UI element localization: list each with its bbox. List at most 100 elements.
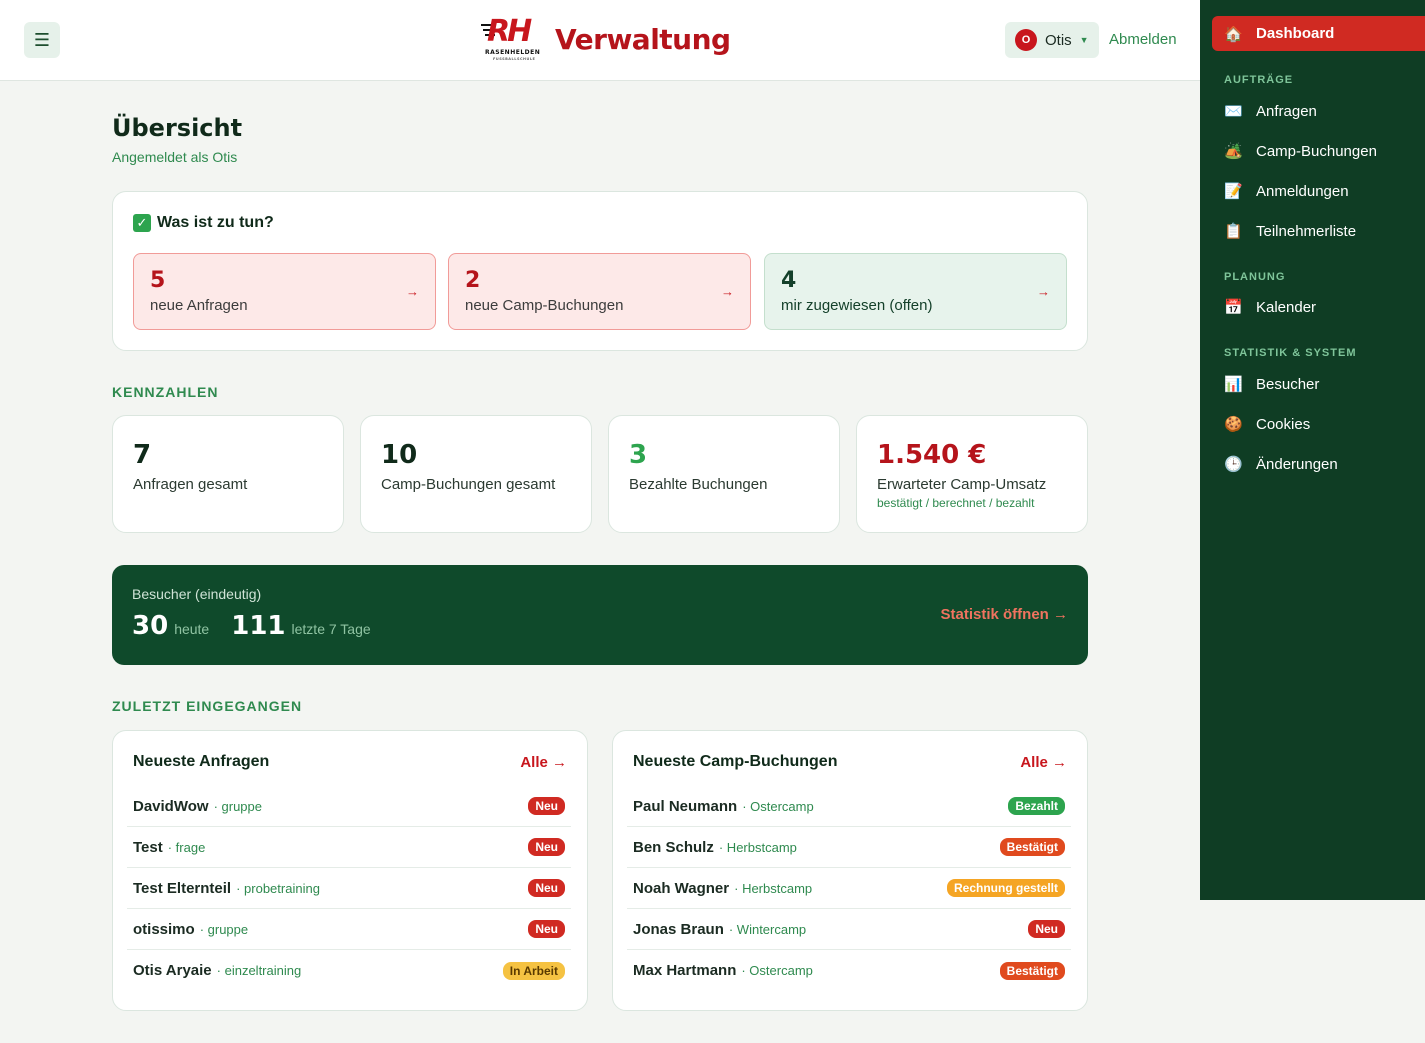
sidebar-item-label: Änderungen	[1256, 455, 1338, 473]
todo-count: 4	[781, 268, 797, 293]
sidebar-item-anfragen[interactable]: ✉️ Anfragen	[1224, 97, 1414, 125]
view-all-link[interactable]: Alle →	[520, 754, 567, 771]
list-item[interactable]: Jonas Braun · Wintercamp Neu	[627, 909, 1071, 950]
sidebar-item-label: Besucher	[1256, 375, 1320, 393]
status-badge: In Arbeit	[502, 961, 565, 980]
status-badge: Neu	[528, 838, 565, 856]
sidebar-item-kalender[interactable]: 📅 Kalender	[1224, 293, 1414, 321]
arrow-right-icon: →	[721, 284, 734, 299]
open-statistics-link[interactable]: Statistik öffnen →	[940, 606, 1068, 623]
todo-count: 2	[465, 268, 481, 293]
item-name: Test Elternteil	[133, 879, 232, 897]
home-icon: 🏠	[1224, 25, 1243, 43]
brand[interactable]: RH RASENHELDEN FUSSBALLSCHULE Verwaltung	[481, 14, 731, 64]
status-badge: Neu	[528, 920, 565, 938]
section-heading-recent: ZULETZT EINGEGANGEN	[112, 698, 303, 714]
kpi-label: Erwarteter Camp-Umsatz	[877, 476, 1047, 493]
list-item[interactable]: Ben Schulz · Herbstcamp Bestätigt	[627, 827, 1071, 868]
kpi-card-paid: 3 Bezahlte Buchungen	[608, 415, 840, 533]
list-item[interactable]: Paul Neumann · Ostercamp Bezahlt	[627, 786, 1071, 827]
list-item[interactable]: Max Hartmann · Ostercamp Bestätigt	[627, 950, 1071, 991]
item-name: Max Hartmann	[633, 962, 737, 979]
todo-title: ✓ Was ist zu tun?	[133, 214, 274, 232]
visitors-title: Besucher (eindeutig)	[132, 586, 262, 602]
kpi-value: 1.540 €	[877, 440, 987, 470]
camp-icon: 🏕️	[1224, 143, 1243, 160]
kpi-sublabel: bestätigt / berechnet / bezahlt	[877, 496, 1035, 510]
visitors-panel: Besucher (eindeutig) 30 heute 111 letzte…	[112, 565, 1088, 665]
status-badge: Rechnung gestellt	[946, 879, 1065, 897]
nav-section-stats: STATISTIK & SYSTEM	[1224, 347, 1357, 359]
logo-letters: RH	[487, 14, 532, 49]
item-type: · Ostercamp	[741, 963, 813, 978]
logout-link[interactable]: Abmelden	[1109, 31, 1177, 48]
kpi-card-revenue: 1.540 € Erwarteter Camp-Umsatz bestätigt…	[856, 415, 1088, 533]
list-item[interactable]: otissimo · gruppe Neu	[127, 909, 571, 950]
arrow-right-icon: →	[1037, 284, 1050, 299]
clipboard-icon: 📋	[1224, 223, 1243, 240]
user-name: Otis	[1045, 31, 1072, 49]
status-badge: Neu	[528, 879, 565, 897]
view-all-link[interactable]: Alle →	[1020, 754, 1067, 771]
item-name: Otis Aryaie	[133, 962, 212, 979]
cookie-icon: 🍪	[1224, 416, 1243, 433]
item-name: Noah Wagner	[633, 879, 730, 897]
list-item[interactable]: DavidWow · gruppe Neu	[127, 786, 571, 827]
memo-icon: 📝	[1224, 183, 1243, 200]
item-type: · Herbstcamp	[734, 880, 813, 896]
item-name: Ben Schulz	[633, 838, 714, 856]
item-type: · Herbstcamp	[718, 839, 797, 855]
todo-label: neue Camp-Buchungen	[465, 297, 624, 314]
sidebar-item-label: Anfragen	[1256, 102, 1317, 120]
kpi-value: 10	[381, 440, 418, 470]
user-menu[interactable]: O Otis ▼	[1005, 22, 1099, 58]
kpi-label: Anfragen gesamt	[133, 476, 248, 493]
sidebar-item-teilnehmerliste[interactable]: 📋 Teilnehmerliste	[1224, 217, 1414, 245]
sidebar-item-label: Kalender	[1256, 298, 1317, 316]
sidebar-item-besucher[interactable]: 📊 Besucher	[1224, 370, 1414, 398]
sidebar-item-aenderungen[interactable]: 🕒 Änderungen	[1224, 450, 1414, 478]
logo-sub: RASENHELDEN	[485, 49, 541, 56]
rasenhelden-logo: RH RASENHELDEN FUSSBALLSCHULE	[481, 14, 543, 64]
kpi-card-requests: 7 Anfragen gesamt	[112, 415, 344, 533]
page-title: Übersicht	[112, 114, 243, 142]
top-header: ☰ RH RASENHELDEN FUSSBALLSCHULE Verwaltu…	[0, 0, 1200, 81]
list-item[interactable]: Test · frage Neu	[127, 827, 571, 868]
card-title: Neueste Camp-Buchungen	[633, 753, 838, 770]
todo-new-bookings[interactable]: 2 neue Camp-Buchungen →	[448, 253, 751, 330]
sidebar-item-label: Dashboard	[1256, 25, 1335, 42]
item-name: Jonas Braun	[633, 920, 724, 938]
todo-count: 5	[150, 268, 166, 293]
sidebar-item-camp-buchungen[interactable]: 🏕️ Camp-Buchungen	[1224, 137, 1414, 165]
sidebar-item-dashboard[interactable]: 🏠 Dashboard	[1212, 16, 1425, 51]
list-item[interactable]: Noah Wagner · Herbstcamp Rechnung gestel…	[627, 868, 1071, 909]
item-type: · einzeltraining	[216, 963, 302, 978]
bar-chart-icon: 📊	[1224, 376, 1243, 393]
status-badge: Bestätigt	[999, 838, 1065, 856]
recent-bookings-card: Neueste Camp-Buchungen Alle → Paul Neuma…	[612, 730, 1088, 1011]
menu-icon[interactable]: ☰	[24, 22, 60, 58]
calendar-icon: 📅	[1224, 299, 1243, 316]
visitors-today-count: 30	[132, 611, 169, 641]
item-name: Test	[133, 838, 163, 856]
status-badge: Bestätigt	[999, 961, 1065, 980]
item-type: · frage	[167, 839, 206, 855]
visitors-week-count: 111	[231, 611, 286, 641]
kpi-label: Bezahlte Buchungen	[629, 476, 768, 493]
visitors-week-label: letzte 7 Tage	[291, 621, 371, 637]
check-icon: ✓	[133, 214, 151, 232]
list-item[interactable]: Otis Aryaie · einzeltraining In Arbeit	[127, 950, 571, 991]
item-type: · probetraining	[236, 880, 320, 896]
sidebar-item-anmeldungen[interactable]: 📝 Anmeldungen	[1224, 177, 1414, 205]
todo-card: ✓ Was ist zu tun? 5 neue Anfragen → 2 ne…	[112, 191, 1088, 351]
sidebar-item-label: Camp-Buchungen	[1256, 142, 1377, 160]
sidebar-item-label: Teilnehmerliste	[1256, 222, 1357, 240]
sidebar-item-cookies[interactable]: 🍪 Cookies	[1224, 410, 1414, 438]
todo-assigned[interactable]: 4 mir zugewiesen (offen) →	[764, 253, 1067, 330]
visitors-stats: 30 heute 111 letzte 7 Tage	[132, 611, 387, 641]
todo-new-requests[interactable]: 5 neue Anfragen →	[133, 253, 436, 330]
list-item[interactable]: Test Elternteil · probetraining Neu	[127, 868, 571, 909]
status-badge: Neu	[528, 797, 565, 815]
todo-label: neue Anfragen	[150, 297, 248, 314]
item-name: DavidWow	[133, 797, 209, 815]
